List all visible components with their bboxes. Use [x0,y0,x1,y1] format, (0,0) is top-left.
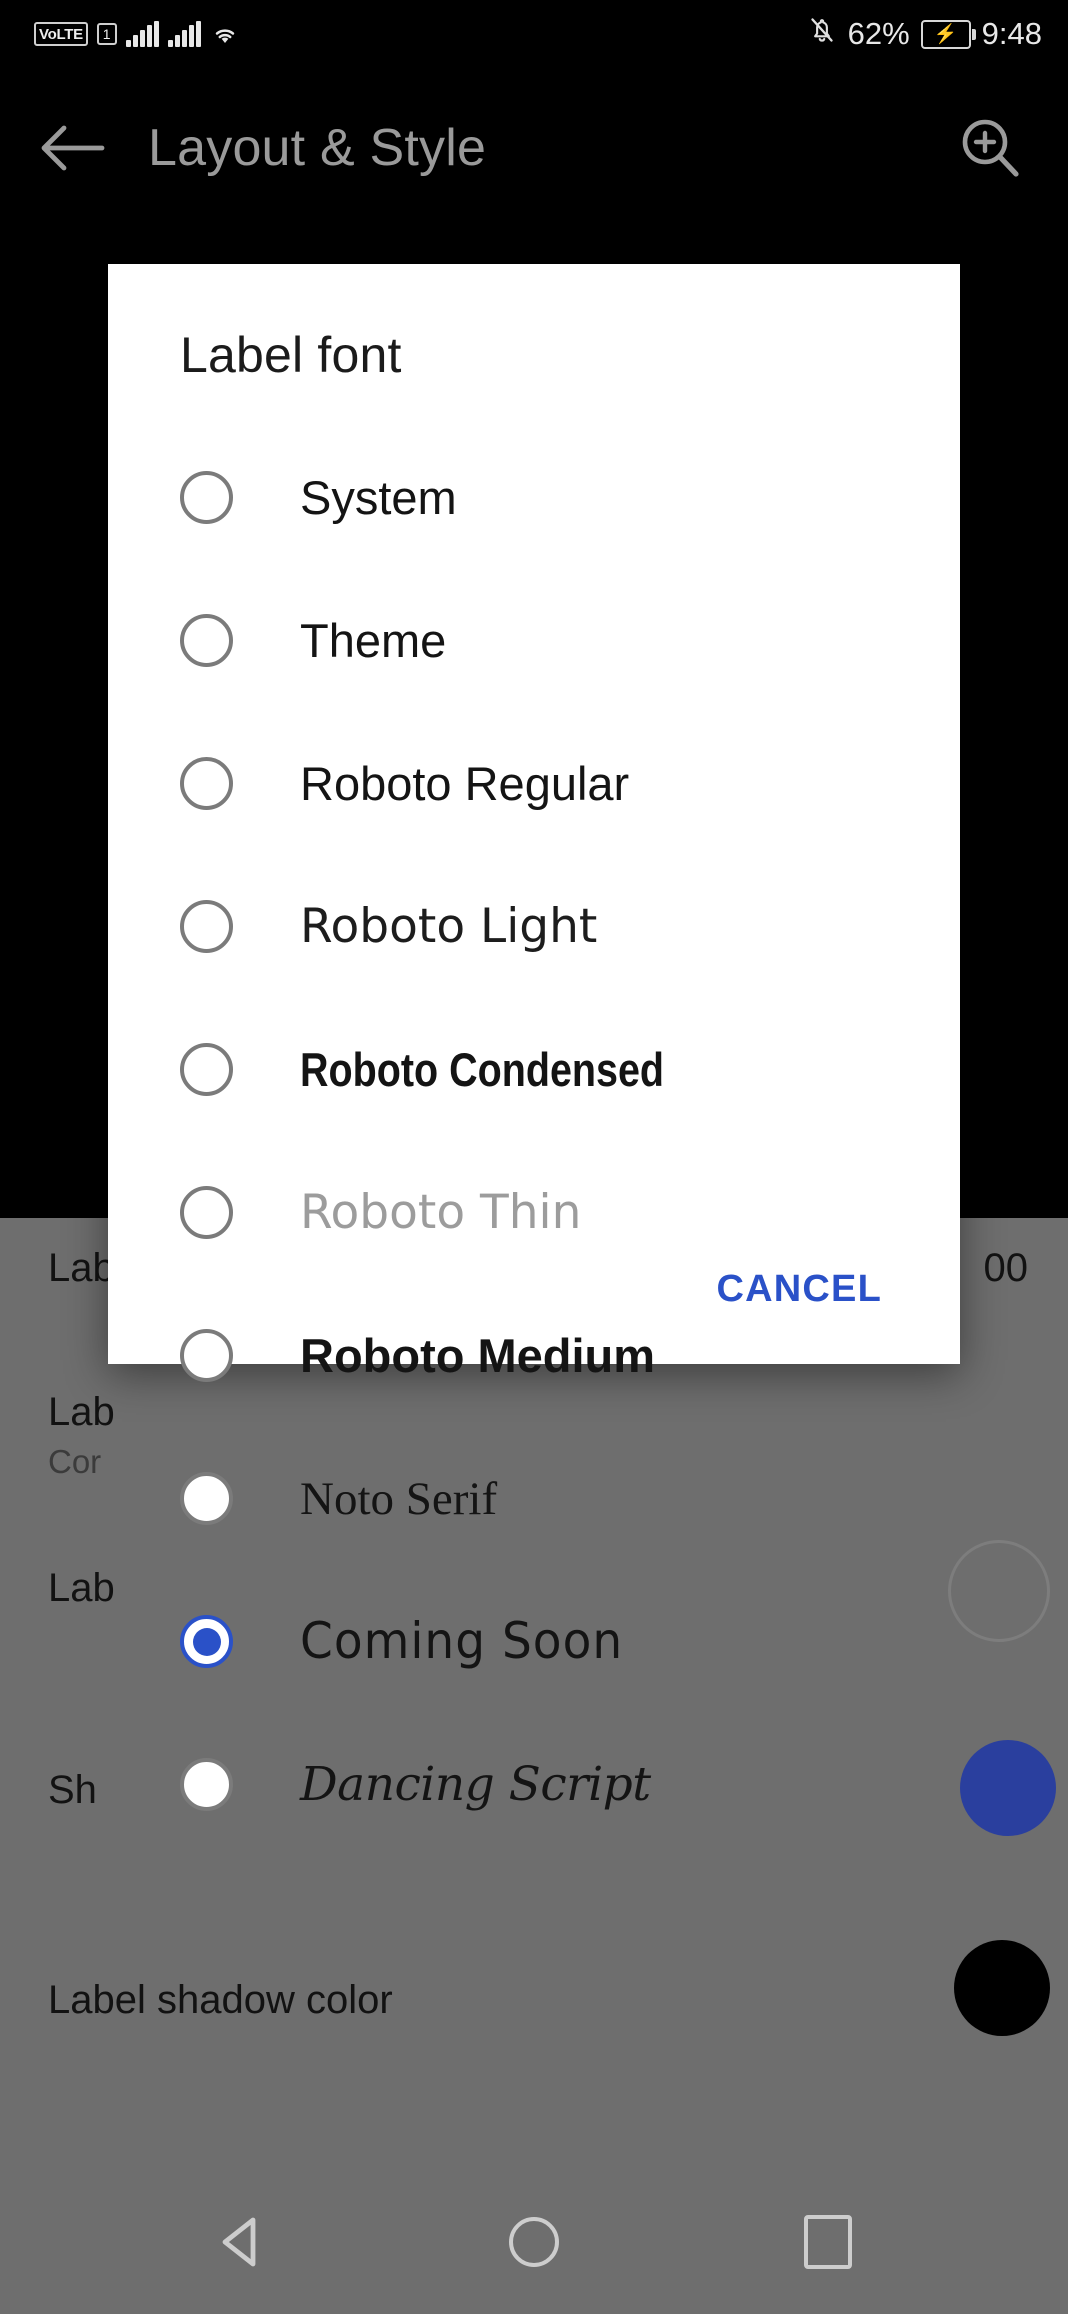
bg-row-3-color-swatch[interactable] [948,1540,1050,1642]
battery-percent-label: 62% [847,16,910,51]
app-bar: Layout & Style [0,68,1068,228]
font-option-label: Coming Soon [300,1612,624,1671]
font-option-label: Roboto Condensed [300,1043,665,1096]
nav-back-triangle-icon[interactable] [198,2200,282,2284]
bg-setting-row-1[interactable]: Lab [48,1246,115,1291]
bg-row-1-title: Lab [48,1246,115,1290]
wifi-icon [210,21,240,47]
font-option-row[interactable]: Noto Serif [108,1427,960,1570]
sim-indicator-icon: 1 [96,23,117,45]
nav-home-circle-icon[interactable] [492,2200,576,2284]
radio-button-selected-icon[interactable] [180,1615,233,1668]
font-option-row[interactable]: Roboto Condensed [108,998,960,1141]
bg-row-2-subtitle: Cor [48,1443,102,1480]
font-option-label: Noto Serif [300,1472,498,1525]
font-option-row[interactable]: Roboto Regular [108,712,960,855]
font-option-label: Dancing Script [300,1757,651,1812]
signal-bars-icon [125,21,159,47]
status-bar-left: VoLTE 1 [34,21,240,47]
bg-row-4-color-swatch[interactable] [960,1740,1056,1836]
bg-setting-row-2[interactable]: Lab Cor [48,1390,115,1481]
bg-setting-row-4[interactable]: Sh [48,1768,97,1813]
status-bar-right: 62% ⚡ 9:48 [807,14,1042,54]
font-option-list: System Theme Roboto Regular Roboto Light Rob… [108,426,960,1856]
bg-setting-row-3[interactable]: Lab [48,1566,115,1611]
radio-button-icon[interactable] [180,1758,233,1811]
nav-recents-square-icon[interactable] [786,2200,870,2284]
radio-button-icon[interactable] [180,471,233,524]
dialog-title: Label font [180,327,402,383]
font-option-label: System [300,471,457,524]
bg-row-1-value: 00 [983,1246,1029,1290]
radio-button-icon[interactable] [180,614,233,667]
font-option-row[interactable]: System [108,426,960,569]
font-option-label: Roboto Regular [300,757,630,810]
battery-charging-icon: ⚡ [920,19,976,49]
android-navigation-bar [0,2170,1068,2314]
dialog-action-bar: CANCEL [108,1214,960,1364]
font-option-row[interactable]: Roboto Light [108,855,960,998]
font-option-label: Theme [300,614,447,667]
clock-label: 9:48 [981,16,1042,51]
arrow-left-icon[interactable] [24,100,120,196]
status-bar: VoLTE 1 62% ⚡ 9:48 [0,0,1068,68]
bg-row-5-title: Label shadow color [48,1978,393,2022]
font-option-row[interactable]: Theme [108,569,960,712]
cancel-button[interactable]: CANCEL [698,1254,900,1325]
bg-row-2-title: Lab [48,1390,115,1434]
phone-screen: VoLTE 1 62% ⚡ 9:48 Layout & Style Lab 00… [0,0,1068,2314]
bg-setting-row-5[interactable]: Label shadow color [48,1978,393,2023]
label-shadow-color-swatch[interactable] [954,1940,1050,2036]
radio-button-icon[interactable] [180,1472,233,1525]
page-title: Layout & Style [148,119,487,177]
bg-row-3-title: Lab [48,1566,115,1610]
font-option-label: Roboto Light [300,899,598,954]
radio-dot-icon [192,1627,221,1656]
bg-row-4-title: Sh [48,1768,97,1812]
radio-button-icon[interactable] [180,900,233,953]
volte-icon: VoLTE [34,22,88,46]
font-option-row[interactable]: Dancing Script [108,1713,960,1856]
label-font-dialog: Label font System Theme Roboto Regular Robo… [108,264,960,1812]
radio-button-icon[interactable] [180,1043,233,1096]
font-option-row[interactable]: Coming Soon [108,1570,960,1713]
search-plus-icon[interactable] [942,100,1038,196]
signal-bars-2-icon [167,21,201,47]
radio-button-icon[interactable] [180,757,233,810]
bell-off-icon [807,14,837,54]
